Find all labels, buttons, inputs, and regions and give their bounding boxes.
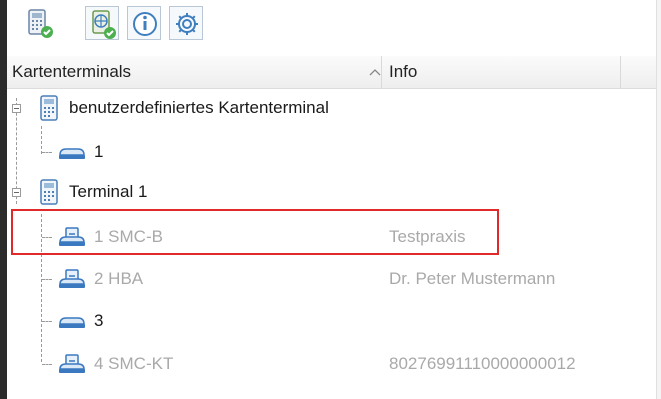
- tree-item-hba[interactable]: 2 HBA Dr. Peter Mustermann: [7, 261, 656, 297]
- card-reader-empty-icon: [59, 317, 85, 328]
- info-icon: [133, 12, 157, 36]
- network-config-icon: [92, 10, 116, 39]
- card-terminal-icon: [40, 95, 58, 121]
- info-button[interactable]: [127, 6, 161, 40]
- collapse-toggle[interactable]: [12, 104, 21, 113]
- tree-connector: [42, 364, 52, 365]
- gear-icon: [176, 13, 198, 35]
- column-header-info[interactable]: Info: [388, 56, 621, 88]
- sort-ascending-icon[interactable]: [369, 68, 381, 76]
- tree-node-custom-terminal[interactable]: benutzerdefiniertes Kartenterminal: [7, 90, 656, 126]
- item-label: 4 SMC-KT: [94, 354, 174, 373]
- highlight-box: [11, 209, 499, 255]
- card-terminal-icon: [40, 179, 58, 205]
- item-info: 80276991110000000012: [389, 354, 576, 373]
- node-label: Terminal 1: [69, 182, 148, 201]
- item-label: 3: [94, 311, 104, 330]
- toolbar: [7, 0, 656, 56]
- item-label: 2 HBA: [94, 269, 144, 288]
- card-terminal-config-button[interactable]: [23, 6, 57, 40]
- scrollbar-track[interactable]: [656, 0, 661, 399]
- tree-node-terminal-1[interactable]: Terminal 1: [7, 174, 656, 210]
- tree-connector: [42, 279, 52, 280]
- window-border: [0, 0, 7, 399]
- card-terminal-config-icon: [28, 9, 53, 38]
- tree-connector: [42, 321, 52, 322]
- collapse-toggle[interactable]: [12, 188, 21, 197]
- tree-connector: [42, 152, 52, 153]
- network-config-button[interactable]: [85, 6, 119, 40]
- tree-item-card-slot[interactable]: 1: [7, 134, 656, 170]
- settings-button[interactable]: [169, 6, 203, 40]
- card-reader-with-card-icon: [59, 354, 85, 373]
- item-info: Dr. Peter Mustermann: [389, 269, 556, 288]
- card-reader-empty-icon: [59, 148, 85, 159]
- table-header: Kartenterminals Info: [7, 56, 656, 89]
- card-reader-with-card-icon: [59, 269, 85, 288]
- tree-item-slot-3[interactable]: 3: [7, 303, 656, 339]
- item-label: 1: [94, 142, 104, 161]
- column-header-kartenterminals[interactable]: Kartenterminals: [11, 56, 382, 88]
- node-label: benutzerdefiniertes Kartenterminal: [69, 98, 329, 117]
- tree-item-smc-kt[interactable]: 4 SMC-KT 80276991110000000012: [7, 346, 656, 382]
